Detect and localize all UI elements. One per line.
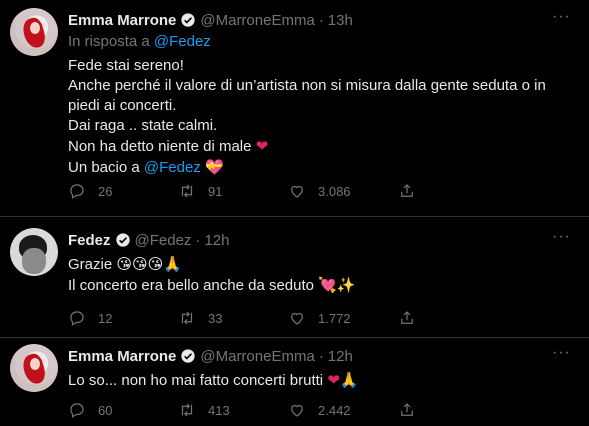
avatar[interactable] — [10, 8, 58, 56]
actions-wrap: 12 33 1.772 — [68, 217, 577, 337]
retweet-icon — [181, 184, 193, 198]
retweet-icon — [181, 403, 193, 417]
action-bar: 12 33 1.772 — [68, 309, 508, 327]
reply-icon — [70, 311, 84, 326]
avatar[interactable] — [10, 344, 58, 392]
share-icon — [401, 311, 413, 324]
retweet-button[interactable]: 413 — [178, 401, 288, 419]
share-button[interactable] — [398, 401, 428, 419]
retweet-icon — [181, 311, 193, 325]
action-bar: 60 413 2.442 — [68, 401, 508, 419]
actions-wrap: 26 91 3.086 — [68, 0, 577, 216]
reply-icon — [70, 403, 84, 418]
avatar[interactable] — [10, 228, 58, 276]
tweet[interactable]: Emma Marrone @MarroneEmma · 12h ··· Lo s… — [0, 338, 589, 426]
share-icon — [401, 403, 413, 416]
retweet-button[interactable]: 91 — [178, 182, 288, 200]
reply-count: 60 — [98, 402, 113, 418]
share-button[interactable] — [398, 182, 428, 200]
like-count: 2.442 — [318, 402, 351, 418]
like-button[interactable]: 2.442 — [288, 401, 398, 419]
like-count: 1.772 — [318, 310, 351, 326]
retweet-count: 91 — [208, 183, 223, 199]
reply-icon — [70, 184, 84, 199]
share-button[interactable] — [398, 309, 428, 327]
like-button[interactable]: 1.772 — [288, 309, 398, 327]
like-icon — [291, 312, 303, 325]
reply-count: 12 — [98, 310, 113, 326]
tweet[interactable]: Fedez @Fedez · 12h ··· Grazie 😘😘😘🙏 Il co… — [0, 217, 589, 338]
share-icon — [401, 184, 413, 197]
retweet-button[interactable]: 33 — [178, 309, 288, 327]
like-icon — [291, 404, 303, 417]
retweet-count: 33 — [208, 310, 223, 326]
like-icon — [291, 185, 303, 198]
reply-count: 26 — [98, 183, 113, 199]
retweet-count: 413 — [208, 402, 230, 418]
reply-button[interactable]: 60 — [68, 401, 178, 419]
reply-button[interactable]: 12 — [68, 309, 178, 327]
reply-button[interactable]: 26 — [68, 182, 178, 200]
action-bar: 26 91 3.086 — [68, 182, 508, 200]
like-count: 3.086 — [318, 183, 351, 199]
tweet[interactable]: Emma Marrone @MarroneEmma · 13h ··· In r… — [0, 0, 589, 217]
like-button[interactable]: 3.086 — [288, 182, 398, 200]
actions-wrap: 60 413 2.442 — [68, 338, 577, 426]
